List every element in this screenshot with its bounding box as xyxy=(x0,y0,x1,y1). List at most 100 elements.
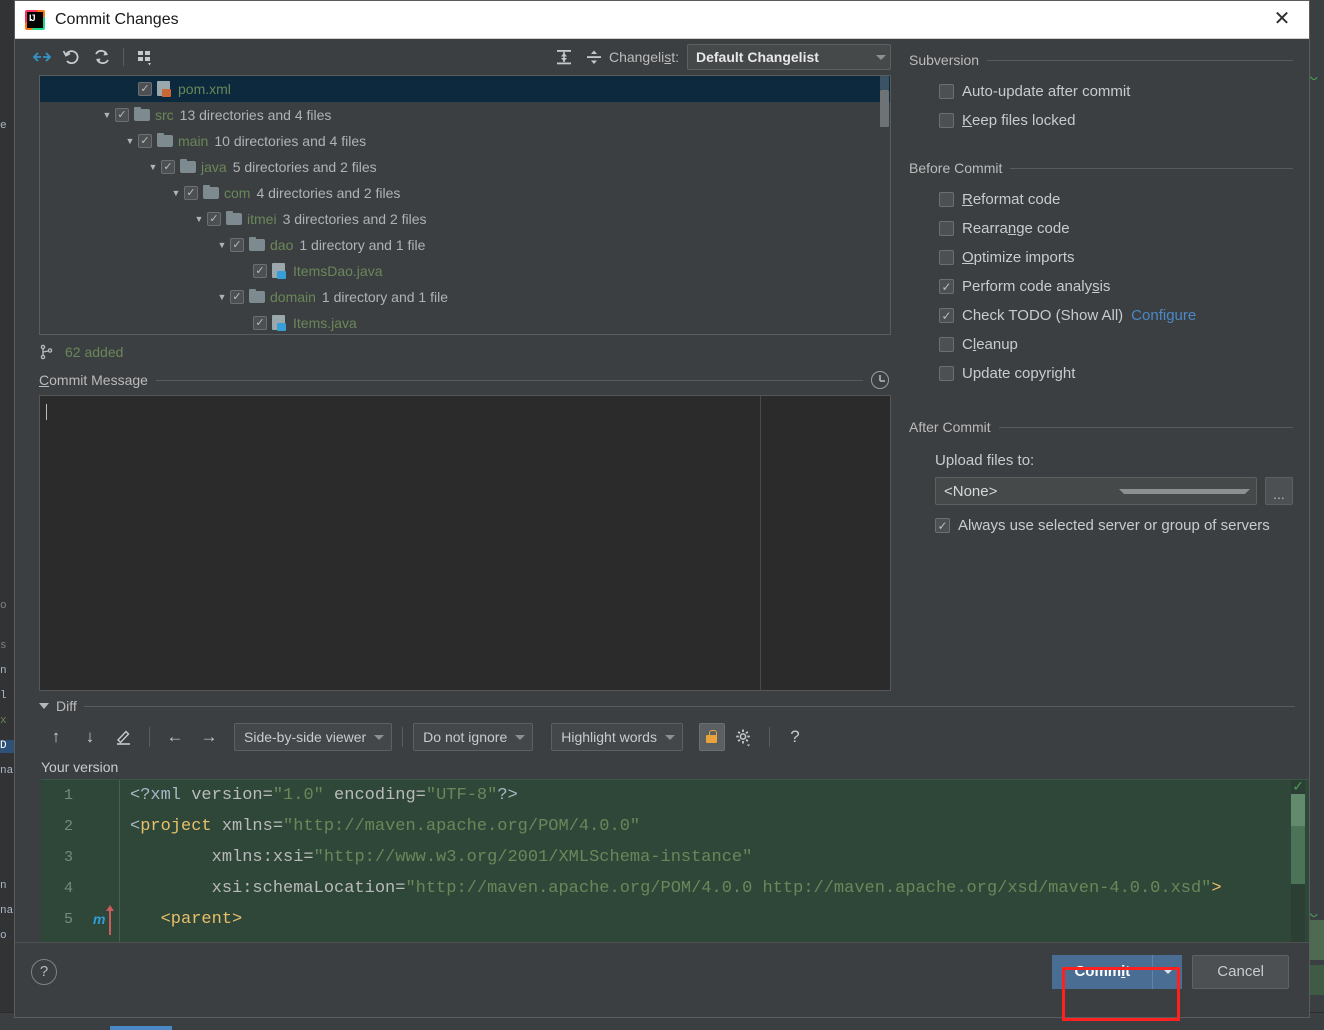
tree-twisty-icon[interactable]: ▼ xyxy=(191,214,207,224)
tree-row[interactable]: ▼ ✓ src 13 directories and 4 files xyxy=(40,102,890,128)
group-by-icon[interactable] xyxy=(130,44,160,70)
line-number: 1 xyxy=(63,787,73,804)
check-todo-checkbox[interactable]: ✓ xyxy=(939,308,954,323)
close-icon[interactable]: ✕ xyxy=(1269,9,1295,31)
browse-servers-button[interactable]: ... xyxy=(1265,477,1293,505)
commit-dropdown-button[interactable] xyxy=(1152,954,1183,989)
before-commit-group: Before Commit Reformat code Rearrange cod… xyxy=(909,157,1293,388)
tree-row-checkbox[interactable]: ✓ xyxy=(138,134,152,148)
cleanup-checkbox[interactable] xyxy=(939,337,954,352)
tree-twisty-icon[interactable]: ▼ xyxy=(99,110,115,120)
tree-row[interactable]: ▼ ✓ domain 1 directory and 1 file xyxy=(40,284,890,310)
tree-row[interactable]: ▼ ✓ main 10 directories and 4 files xyxy=(40,128,890,154)
folder-icon xyxy=(249,289,265,305)
auto-update-after-commit-checkbox-row[interactable]: Auto-update after commit xyxy=(909,77,1293,106)
tree-twisty-icon[interactable]: ▼ xyxy=(122,136,138,146)
changelist-dropdown[interactable]: Default Changelist xyxy=(687,44,891,70)
rollback-icon[interactable] xyxy=(57,44,87,70)
tree-row-checkbox[interactable]: ✓ xyxy=(115,108,129,122)
dialog-titlebar: Commit Changes ✕ xyxy=(15,1,1309,39)
optimize-imports-checkbox-row[interactable]: Optimize imports xyxy=(909,243,1293,272)
code-token: "1.0" xyxy=(272,786,324,805)
perform-code-analysis-checkbox[interactable]: ✓ xyxy=(939,279,954,294)
commit-changes-dialog: Commit Changes ✕ xyxy=(14,0,1310,1018)
ignore-mode-value: Do not ignore xyxy=(423,729,508,745)
diff-code-viewer[interactable]: 1 2 3 4 5 m <?xml version= "1.0" encoding= "UTF… xyxy=(41,779,1309,942)
tree-row[interactable]: ▼ ✓ java 5 directories and 2 files xyxy=(40,154,890,180)
tree-row-checkbox[interactable]: ✓ xyxy=(230,290,244,304)
update-copyright-checkbox[interactable] xyxy=(939,366,954,381)
tree-row-checkbox[interactable]: ✓ xyxy=(230,238,244,252)
collapse-triangle-icon[interactable] xyxy=(39,703,49,709)
previous-difference-icon[interactable]: ↑ xyxy=(41,723,71,751)
collapse-all-icon[interactable] xyxy=(579,44,609,70)
highlight-mode-dropdown[interactable]: Highlight words xyxy=(551,723,683,751)
always-use-server-checkbox[interactable]: ✓ xyxy=(935,518,950,533)
dialog-footer: ? Comm i t Cancel xyxy=(15,942,1309,1000)
keep-files-locked-checkbox[interactable] xyxy=(939,113,954,128)
changed-files-tree[interactable]: ✓ pom.xml ▼ ✓ src 13 directories and 4 files ▼… xyxy=(39,75,891,335)
tree-scrollbar-thumb[interactable] xyxy=(880,90,889,127)
ignore-mode-dropdown[interactable]: Do not ignore xyxy=(413,723,534,751)
tree-row-checkbox[interactable]: ✓ xyxy=(184,186,198,200)
keep-files-locked-checkbox-row[interactable]: Keep files locked xyxy=(909,106,1293,135)
change-marker-icon[interactable]: m xyxy=(93,911,105,927)
tree-twisty-icon[interactable]: ▼ xyxy=(145,162,161,172)
read-only-lock-icon[interactable] xyxy=(698,723,725,751)
tree-row[interactable]: ▼ ✓ itmei 3 directories and 2 files xyxy=(40,206,890,232)
help-button[interactable]: ? xyxy=(31,958,57,985)
upload-server-dropdown[interactable]: <None> xyxy=(935,477,1257,505)
tree-row-checkbox[interactable]: ✓ xyxy=(161,160,175,174)
tree-row-checkbox[interactable]: ✓ xyxy=(138,82,152,96)
cleanup-checkbox-label: Cleanup xyxy=(962,336,1018,353)
cancel-button[interactable]: Cancel xyxy=(1192,954,1289,989)
next-difference-icon[interactable]: ↓ xyxy=(75,723,105,751)
tree-row-checkbox[interactable]: ✓ xyxy=(207,212,221,226)
tree-row[interactable]: ▼ ✓ com 4 directories and 2 files xyxy=(40,180,890,206)
optimize-imports-checkbox[interactable] xyxy=(939,250,954,265)
auto-update-after-commit-checkbox[interactable] xyxy=(939,84,954,99)
reformat-code-checkbox-label: Reformat code xyxy=(962,191,1061,208)
after-commit-group-header: After Commit xyxy=(909,416,1293,438)
tree-row[interactable]: ✓ Items.java xyxy=(40,310,890,334)
diff-section-header[interactable]: Diff xyxy=(15,691,1309,715)
tree-row-name: src xyxy=(155,107,174,123)
tree-row-meta: 13 directories and 4 files xyxy=(179,107,332,123)
rearrange-code-checkbox-row[interactable]: Rearrange code xyxy=(909,214,1293,243)
cleanup-checkbox-row[interactable]: Cleanup xyxy=(909,330,1293,359)
code-content[interactable]: <?xml version= "1.0" encoding= "UTF-8" ?> < p… xyxy=(119,780,1309,942)
always-use-server-row[interactable]: ✓ Always use selected server or group of… xyxy=(909,511,1293,540)
rearrange-code-checkbox[interactable] xyxy=(939,221,954,236)
tree-twisty-icon[interactable]: ▼ xyxy=(168,188,184,198)
viewer-mode-dropdown[interactable]: Side-by-side viewer xyxy=(234,723,393,751)
tree-row-checkbox[interactable]: ✓ xyxy=(253,264,267,278)
accept-right-icon[interactable]: → xyxy=(194,723,224,751)
tree-twisty-icon[interactable]: ▼ xyxy=(214,292,230,302)
check-todo-checkbox-row[interactable]: ✓ Check TODO (Show All) Configure xyxy=(909,301,1293,330)
tree-row[interactable]: ✓ pom.xml xyxy=(40,76,890,102)
refresh-icon[interactable] xyxy=(87,44,117,70)
folder-icon xyxy=(226,211,242,227)
tree-row-checkbox[interactable]: ✓ xyxy=(253,316,267,330)
expand-all-icon[interactable] xyxy=(549,44,579,70)
question-mark-icon[interactable]: ? xyxy=(780,723,810,751)
update-copyright-checkbox-row[interactable]: Update copyright xyxy=(909,359,1293,388)
chevron-down-icon xyxy=(1162,969,1173,974)
commit-message-input[interactable] xyxy=(39,395,891,691)
configure-todo-link[interactable]: Configure xyxy=(1131,307,1196,324)
commit-button[interactable]: Comm i t xyxy=(1052,954,1153,989)
edit-source-icon[interactable] xyxy=(109,723,139,751)
subversion-group-title: Subversion xyxy=(909,52,980,68)
history-clock-icon[interactable] xyxy=(871,371,889,389)
perform-code-analysis-checkbox-row[interactable]: ✓ Perform code analysis xyxy=(909,272,1293,301)
reformat-code-checkbox[interactable] xyxy=(939,192,954,207)
accept-left-icon[interactable]: ← xyxy=(160,723,190,751)
tree-twisty-icon[interactable]: ▼ xyxy=(214,240,230,250)
reformat-code-checkbox-row[interactable]: Reformat code xyxy=(909,185,1293,214)
toolbar-separator xyxy=(149,727,150,747)
changes-status-row: 62 added xyxy=(15,335,901,369)
tree-row[interactable]: ▼ ✓ dao 1 directory and 1 file xyxy=(40,232,890,258)
tree-row[interactable]: ✓ ItemsDao.java xyxy=(40,258,890,284)
gear-icon[interactable] xyxy=(729,723,759,751)
collapse-selection-icon[interactable] xyxy=(27,44,57,70)
